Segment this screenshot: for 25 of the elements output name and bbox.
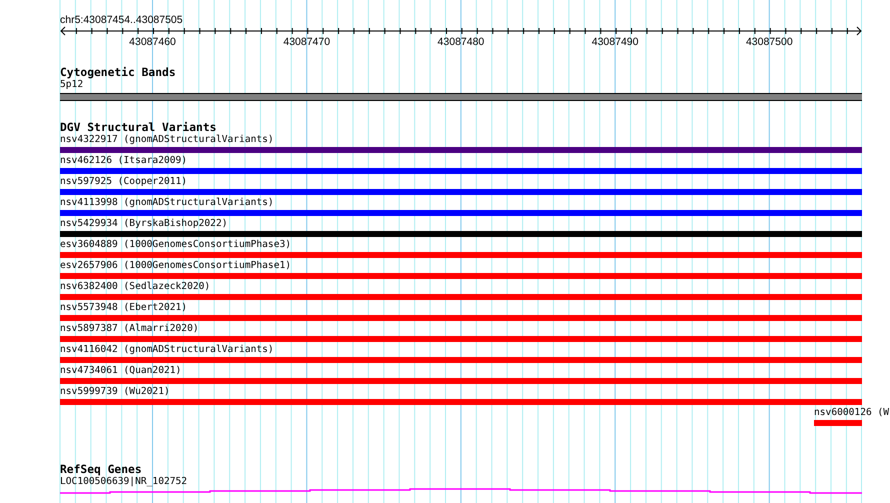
variant-label: nsv5429934 (ByrskaBishop2022) xyxy=(60,218,228,230)
tick-label: 43087490 xyxy=(592,36,638,48)
variant-label: nsv462126 (Itsara2009) xyxy=(60,155,188,167)
tick-label: 43087470 xyxy=(283,36,330,48)
variant-label: nsv4113998 (gnomADStructuralVariants) xyxy=(60,197,274,209)
gene-label: LOC100506639|NR_102752 xyxy=(60,476,188,488)
track-title: RefSeq Genes xyxy=(60,463,142,476)
variant-label: nsv4116042 (gnomADStructuralVariants) xyxy=(60,344,274,356)
variant-label: nsv4322917 (gnomADStructuralVariants) xyxy=(60,134,274,146)
variant-label: nsv6000126 (W xyxy=(814,407,890,419)
variant-label: nsv5573948 (Ebert2021) xyxy=(60,302,188,314)
tick-label: 43087480 xyxy=(438,36,484,48)
track-title: DGV Structural Variants xyxy=(60,121,216,134)
variant-label: nsv5999739 (Wu2021) xyxy=(60,386,170,398)
tick-label: 43087500 xyxy=(746,36,793,48)
variant-label: nsv5897387 (Almarri2020) xyxy=(60,323,199,335)
variant-label: nsv6382400 (Sedlazeck2020) xyxy=(60,281,210,293)
range-label: chr5:43087454..43087505 xyxy=(60,14,183,26)
variant-label: nsv597925 (Cooper2011) xyxy=(60,176,188,188)
variant-label: nsv4734061 (Quan2021) xyxy=(60,365,182,377)
variant-label: esv3604889 (1000GenomesConsortiumPhase3) xyxy=(60,239,292,251)
band-label: 5p12 xyxy=(60,79,84,91)
variant-label: esv2657906 (1000GenomesConsortiumPhase1) xyxy=(60,260,292,272)
tick-label: 43087460 xyxy=(129,36,176,48)
track-title: Cytogenetic Bands xyxy=(60,66,176,79)
